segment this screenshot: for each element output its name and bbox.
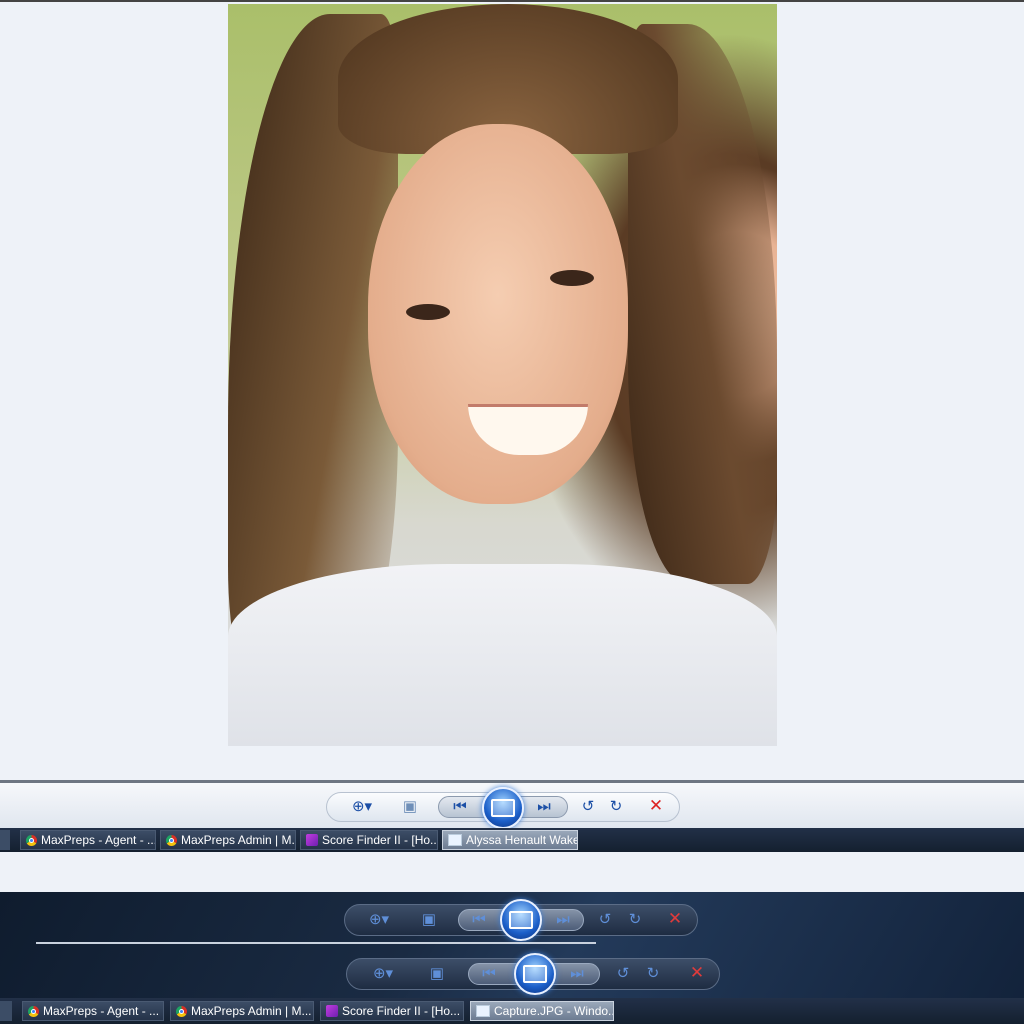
- viewer-toolbar: ⊕▾ ▣ ⏮ ⏭ ↺ ↻ ✕: [0, 780, 1024, 831]
- taskbar-item-label: Alyssa Henault Wake...: [466, 833, 578, 847]
- chrome-icon: [166, 834, 177, 846]
- fit-window-icon[interactable]: ▣: [396, 792, 424, 820]
- slideshow-icon: [509, 911, 533, 929]
- taskbar-item-label: MaxPreps Admin | M...: [181, 833, 296, 847]
- app-icon: [306, 834, 318, 846]
- photo-viewer-icon: [448, 834, 462, 846]
- taskbar-item-label: Score Finder II - [Ho...: [322, 833, 438, 847]
- previous-icon[interactable]: ⏮: [446, 792, 474, 820]
- rotate-clockwise-icon[interactable]: ↻: [622, 906, 648, 932]
- taskbar-item-label: MaxPreps Admin | M...: [191, 1004, 312, 1018]
- delete-icon[interactable]: ✕: [642, 792, 670, 820]
- slideshow-icon: [523, 965, 547, 983]
- taskbar-bottom: MaxPreps - Agent - ... MaxPreps Admin | …: [0, 998, 1024, 1024]
- taskbar-item[interactable]: Score Finder II - [Ho...: [320, 1001, 464, 1021]
- fit-window-icon[interactable]: ▣: [416, 906, 442, 932]
- photo-eye-right: [550, 270, 594, 286]
- photo-viewer-canvas: [0, 0, 1024, 780]
- slideshow-button[interactable]: [482, 787, 524, 829]
- next-icon[interactable]: ⏭: [550, 906, 576, 932]
- rotate-clockwise-icon[interactable]: ↻: [602, 792, 630, 820]
- rotate-counterclockwise-icon[interactable]: ↺: [574, 792, 602, 820]
- displayed-photo[interactable]: [228, 4, 777, 746]
- rotate-counterclockwise-icon[interactable]: ↺: [592, 906, 618, 932]
- taskbar-item[interactable]: MaxPreps - Agent - ...: [20, 830, 156, 850]
- next-icon[interactable]: ⏭: [530, 792, 558, 820]
- taskbar-item[interactable]: MaxPreps Admin | M...: [160, 830, 296, 850]
- taskbar-item[interactable]: MaxPreps Admin | M...: [170, 1001, 314, 1021]
- previous-icon[interactable]: ⏮: [466, 906, 492, 932]
- taskbar-top-edge: [0, 830, 10, 850]
- taskbar-top: MaxPreps - Agent - ... MaxPreps Admin | …: [0, 828, 1024, 852]
- slideshow-button[interactable]: [514, 953, 556, 995]
- taskbar-item[interactable]: Score Finder II - [Ho...: [300, 830, 438, 850]
- zoom-in-icon[interactable]: ⊕▾: [366, 906, 392, 932]
- slideshow-icon: [491, 799, 515, 817]
- taskbar-preview-line: [36, 942, 596, 944]
- delete-icon[interactable]: ✕: [684, 960, 710, 986]
- delete-icon[interactable]: ✕: [662, 906, 688, 932]
- photo-shirt: [228, 564, 777, 746]
- chrome-icon: [28, 1005, 39, 1017]
- taskbar-item-label: MaxPreps - Agent - ...: [41, 833, 156, 847]
- taskbar-item-label: Score Finder II - [Ho...: [342, 1004, 461, 1018]
- taskbar-item-label: MaxPreps - Agent - ...: [43, 1004, 160, 1018]
- slideshow-button[interactable]: [500, 899, 542, 941]
- taskbar-item[interactable]: MaxPreps - Agent - ...: [22, 1001, 164, 1021]
- next-icon[interactable]: ⏭: [564, 960, 590, 986]
- taskbar-item-active[interactable]: Alyssa Henault Wake...: [442, 830, 578, 850]
- app-icon: [326, 1005, 338, 1017]
- previous-icon[interactable]: ⏮: [476, 960, 502, 986]
- zoom-in-icon[interactable]: ⊕▾: [348, 792, 376, 820]
- fit-window-icon[interactable]: ▣: [424, 960, 450, 986]
- rotate-counterclockwise-icon[interactable]: ↺: [610, 960, 636, 986]
- viewer-background-strip: [0, 852, 1024, 892]
- photo-eye-left: [406, 304, 450, 320]
- taskbar-item-active[interactable]: Capture.JPG - Windo...: [470, 1001, 614, 1021]
- zoom-in-icon[interactable]: ⊕▾: [370, 960, 396, 986]
- photo-viewer-icon: [476, 1005, 490, 1017]
- chrome-icon: [26, 834, 37, 846]
- chrome-icon: [176, 1005, 187, 1017]
- taskbar-item-label: Capture.JPG - Windo...: [494, 1004, 614, 1018]
- rotate-clockwise-icon[interactable]: ↻: [640, 960, 666, 986]
- taskbar-bottom-edge: [0, 1001, 12, 1021]
